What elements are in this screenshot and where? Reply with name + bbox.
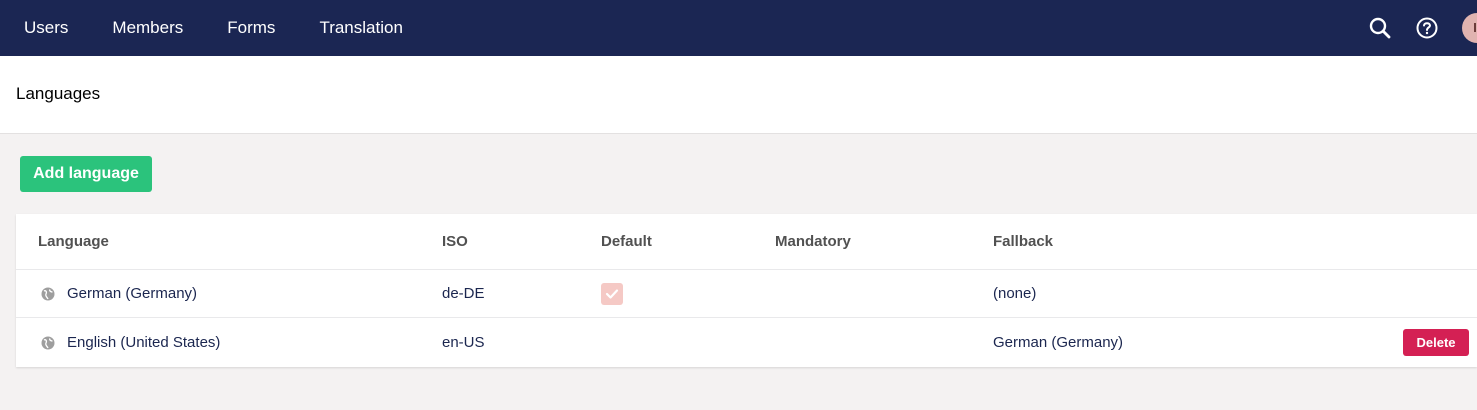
language-name[interactable]: English (United States) [67,334,220,351]
add-language-button[interactable]: Add language [20,156,152,192]
fallback-cell: (none) [993,285,1037,302]
table-row[interactable]: English (United States) en-US German (Ge… [16,318,1477,367]
language-name[interactable]: German (Germany) [67,285,197,302]
search-icon[interactable] [1368,16,1392,40]
globe-icon [41,336,55,350]
nav-item-users[interactable]: Users [24,0,68,56]
iso-cell: de-DE [442,285,485,302]
nav-item-forms[interactable]: Forms [227,0,275,56]
fallback-cell: German (Germany) [993,334,1124,351]
delete-button[interactable]: Delete [1403,329,1469,356]
table-row[interactable]: German (Germany) de-DE (none) [16,270,1477,318]
nav-item-translation[interactable]: Translation [319,0,402,56]
nav-item-members[interactable]: Members [112,0,183,56]
user-avatar[interactable] [1462,13,1477,43]
header-iso[interactable]: ISO [442,214,468,269]
languages-table: Language ISO Default Mandatory Fallback … [16,214,1477,367]
header-mandatory[interactable]: Mandatory [775,214,851,269]
page-header: Languages [0,56,1477,134]
help-icon[interactable] [1415,16,1439,40]
top-navigation-bar: Users Members Forms Translation [0,0,1477,56]
header-language[interactable]: Language [38,214,109,269]
top-icons [1368,0,1477,56]
header-fallback[interactable]: Fallback [993,214,1053,269]
header-default[interactable]: Default [601,214,652,269]
default-cell [601,270,623,317]
iso-cell: en-US [442,334,485,351]
language-cell: German (Germany) [38,270,197,317]
table-header-row: Language ISO Default Mandatory Fallback [16,214,1477,270]
globe-icon [41,287,55,301]
page-title: Languages [16,84,101,103]
default-checkmark [601,282,623,305]
main-nav: Users Members Forms Translation [0,0,447,56]
language-cell: English (United States) [38,318,220,367]
